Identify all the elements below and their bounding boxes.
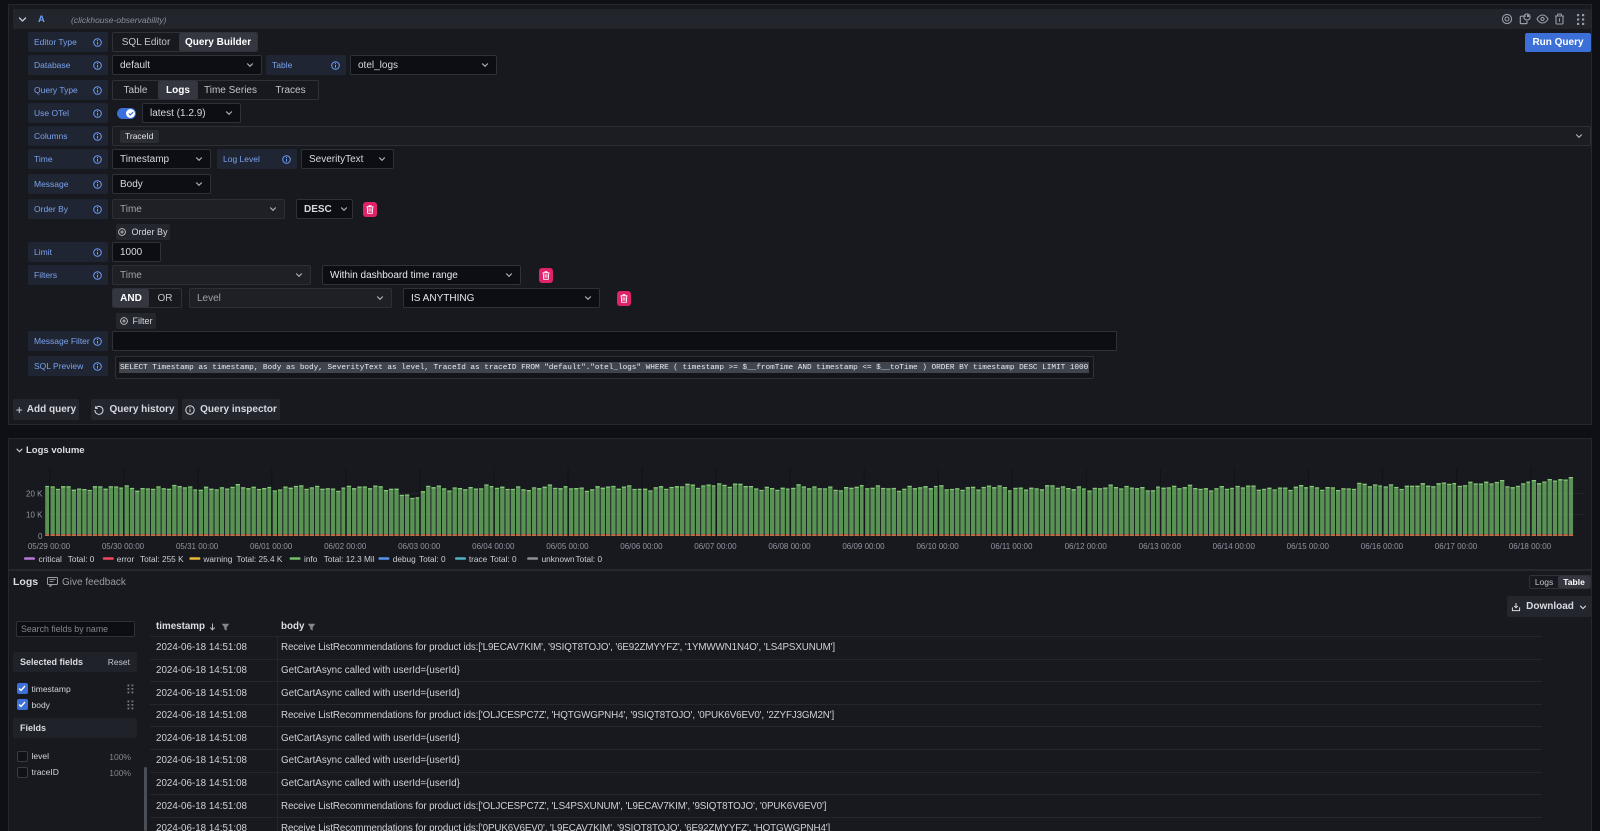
svg-text:10 K: 10 K — [26, 511, 43, 520]
svg-text:debug: debug — [393, 555, 416, 564]
svg-text:06/02 00:00: 06/02 00:00 — [324, 542, 367, 551]
svg-text:05/31 00:00: 05/31 00:00 — [176, 542, 219, 551]
svg-text:Total: 12.3 Mil: Total: 12.3 Mil — [324, 555, 375, 564]
svg-text:06/18 00:00: 06/18 00:00 — [1509, 542, 1552, 551]
svg-text:06/01 00:00: 06/01 00:00 — [250, 542, 293, 551]
svg-text:06/16 00:00: 06/16 00:00 — [1361, 542, 1404, 551]
svg-text:error: error — [117, 555, 135, 564]
svg-text:06/07 00:00: 06/07 00:00 — [694, 542, 737, 551]
svg-text:06/12 00:00: 06/12 00:00 — [1065, 542, 1108, 551]
svg-text:06/05 00:00: 06/05 00:00 — [546, 542, 589, 551]
svg-text:06/06 00:00: 06/06 00:00 — [620, 542, 663, 551]
svg-text:Total: 0: Total: 0 — [419, 555, 446, 564]
svg-text:05/30 00:00: 05/30 00:00 — [102, 542, 145, 551]
svg-text:06/14 00:00: 06/14 00:00 — [1213, 542, 1256, 551]
svg-text:info: info — [304, 555, 318, 564]
svg-text:critical: critical — [39, 555, 63, 564]
svg-text:Total: 0: Total: 0 — [68, 555, 95, 564]
svg-text:06/13 00:00: 06/13 00:00 — [1139, 542, 1182, 551]
svg-text:20 K: 20 K — [26, 490, 43, 499]
svg-text:06/04 00:00: 06/04 00:00 — [472, 542, 515, 551]
svg-text:0: 0 — [38, 532, 43, 541]
svg-text:06/03 00:00: 06/03 00:00 — [398, 542, 441, 551]
svg-text:Total: 255 K: Total: 255 K — [140, 555, 184, 564]
svg-text:warning: warning — [202, 555, 232, 564]
svg-text:Total: 0: Total: 0 — [490, 555, 517, 564]
svg-text:06/09 00:00: 06/09 00:00 — [842, 542, 885, 551]
svg-text:06/08 00:00: 06/08 00:00 — [768, 542, 811, 551]
svg-text:06/15 00:00: 06/15 00:00 — [1287, 542, 1330, 551]
svg-text:Total: 25.4 K: Total: 25.4 K — [237, 555, 283, 564]
svg-text:06/10 00:00: 06/10 00:00 — [916, 542, 959, 551]
svg-text:trace: trace — [469, 555, 488, 564]
svg-text:unknown: unknown — [542, 555, 575, 564]
svg-text:05/29 00:00: 05/29 00:00 — [28, 542, 71, 551]
svg-text:06/11 00:00: 06/11 00:00 — [991, 542, 1033, 551]
svg-text:06/17 00:00: 06/17 00:00 — [1435, 542, 1478, 551]
svg-text:Total: 0: Total: 0 — [576, 555, 603, 564]
